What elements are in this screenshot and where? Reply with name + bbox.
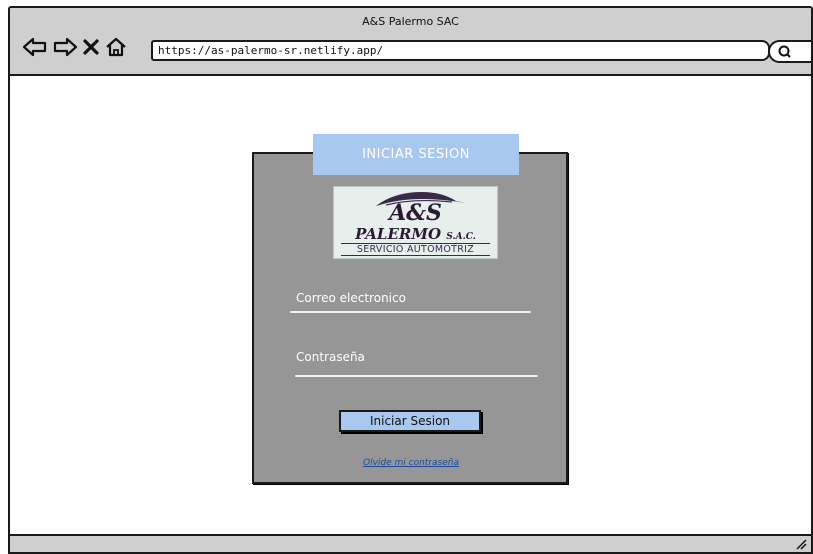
password-field[interactable] [295,375,538,377]
logo-line-3: SERVICIO AUTOMOTRIZ [341,243,490,256]
email-label: Correo electronico [296,291,406,305]
close-icon[interactable] [82,36,100,58]
password-label: Contraseña [296,350,365,364]
logo-brand: PALERMO [355,225,442,243]
back-arrow-icon[interactable] [22,36,48,58]
logo-line-1: A&S [389,200,442,226]
page-content: INICIAR SESION A&S PALERMO S.A.C. SERVIC… [10,76,811,552]
resize-handle-icon[interactable] [795,538,807,550]
login-submit-button[interactable]: Iniciar Sesion [339,410,481,432]
email-field[interactable] [290,311,531,313]
logo-suffix: S.A.C. [446,232,476,242]
search-icon [778,45,791,58]
login-header: INICIAR SESION [313,134,519,175]
home-icon[interactable] [104,36,128,58]
window-title: A&S Palermo SAC [362,15,459,28]
search-box[interactable] [768,40,811,63]
forgot-password-link[interactable]: Olvide mi contraseña [351,458,471,468]
forward-arrow-icon[interactable] [52,36,78,58]
address-bar[interactable]: https://as-palermo-sr.netlify.app/ [151,40,770,61]
browser-window: A&S Palermo SAC https://as-palermo-sr.ne… [8,6,813,554]
browser-titlebar: A&S Palermo SAC https://as-palermo-sr.ne… [10,8,811,76]
browser-statusbar [10,534,811,552]
nav-controls [22,36,128,58]
company-logo: A&S PALERMO S.A.C. SERVICIO AUTOMOTRIZ [333,186,498,259]
